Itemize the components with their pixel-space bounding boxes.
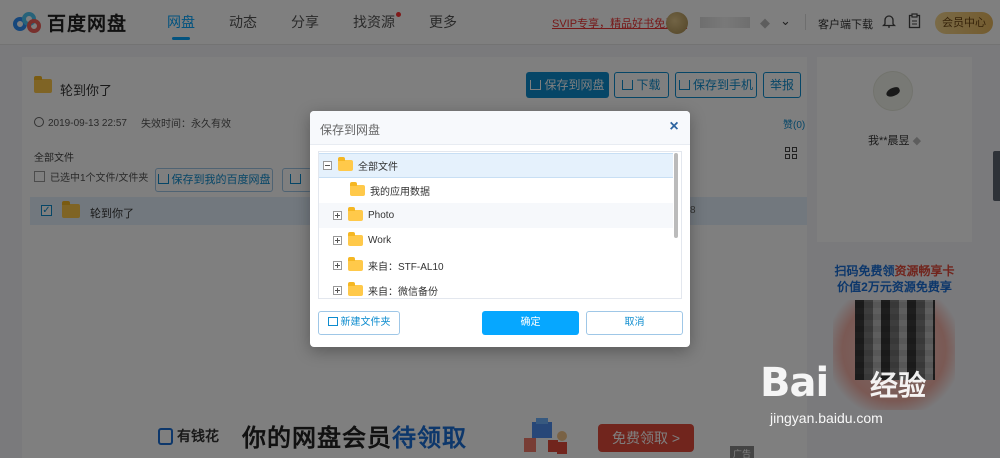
dialog-header: 保存到网盘 × xyxy=(310,111,690,145)
tree-item[interactable]: 来自：STF-AL10 xyxy=(319,253,673,278)
tree-item[interactable]: 来自：微信备份 xyxy=(319,278,673,298)
folder-icon xyxy=(350,182,365,196)
close-icon[interactable]: × xyxy=(666,118,682,136)
confirm-button[interactable]: 确定 xyxy=(482,311,579,335)
dialog-title: 保存到网盘 xyxy=(320,123,381,137)
folder-icon xyxy=(338,157,353,171)
collapse-icon[interactable] xyxy=(323,161,332,170)
baidu-jingyan-watermark: Bai 经验 jingyan.baidu.com xyxy=(760,350,950,430)
tree-item-label: 来自：微信备份 xyxy=(368,287,438,298)
tree-item[interactable]: 我的应用数据 xyxy=(319,178,673,203)
button-label: 新建文件夹 xyxy=(340,317,391,328)
cancel-button[interactable]: 取消 xyxy=(586,311,683,335)
tree-item-label: Photo xyxy=(368,210,395,221)
watermark-brand: Bai xyxy=(760,360,829,406)
tree-item-label: 来自：STF-AL10 xyxy=(368,262,444,273)
folder-icon xyxy=(348,232,363,246)
expand-icon[interactable] xyxy=(333,286,342,295)
add-folder-icon xyxy=(327,317,338,326)
tree-item-label: 全部文件 xyxy=(358,162,398,173)
folder-icon xyxy=(348,207,363,221)
tree-item-label: Work xyxy=(368,235,392,246)
folder-tree: 全部文件 我的应用数据 Photo Work 来自：STF-AL10 来自：微信… xyxy=(318,151,682,299)
tree-item[interactable]: Photo xyxy=(319,203,673,228)
save-dialog: 保存到网盘 × 全部文件 我的应用数据 Photo Work 来自：STF-AL… xyxy=(310,111,690,347)
watermark-cn: 经验 xyxy=(870,370,927,401)
folder-icon xyxy=(348,257,363,271)
tree-item-root[interactable]: 全部文件 xyxy=(319,153,673,178)
new-folder-button[interactable]: 新建文件夹 xyxy=(318,311,400,335)
expand-icon[interactable] xyxy=(333,261,342,270)
watermark-url: jingyan.baidu.com xyxy=(770,410,883,426)
tree-item-label: 我的应用数据 xyxy=(370,187,430,198)
expand-icon[interactable] xyxy=(333,211,342,220)
expand-icon[interactable] xyxy=(333,236,342,245)
tree-scrollbar[interactable] xyxy=(674,153,678,238)
folder-icon xyxy=(348,282,363,296)
tree-item[interactable]: Work xyxy=(319,228,673,253)
